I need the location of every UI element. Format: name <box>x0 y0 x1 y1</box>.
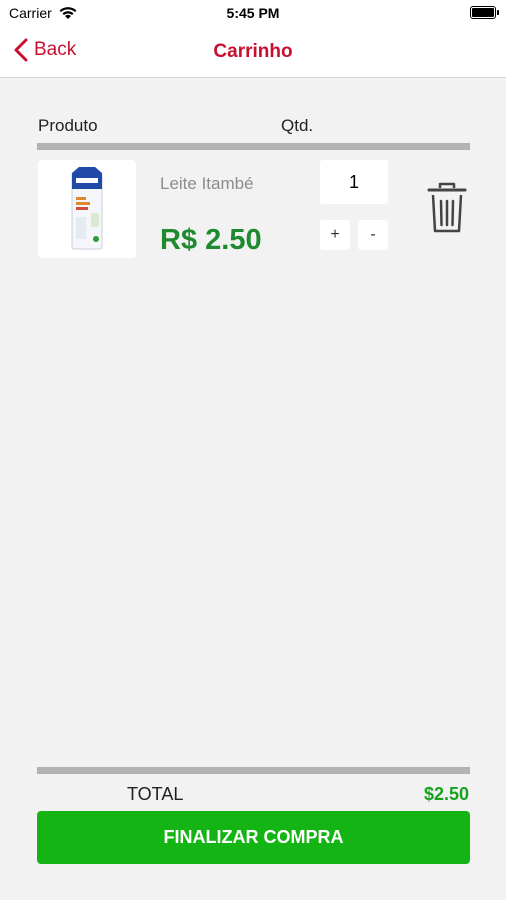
navigation-bar: Back Carrinho <box>0 26 506 78</box>
page-title: Carrinho <box>213 41 293 62</box>
column-header-quantity: Qtd. <box>281 116 314 135</box>
total-divider <box>37 767 470 774</box>
column-header-product: Produto <box>38 116 98 135</box>
product-name: Leite Itambé <box>160 174 254 193</box>
product-image <box>38 160 136 258</box>
trash-icon[interactable] <box>426 182 468 234</box>
clock: 5:45 PM <box>226 5 280 21</box>
status-bar: Carrier 5:45 PM <box>0 0 506 26</box>
battery-icon <box>470 6 499 19</box>
header-divider <box>37 143 470 150</box>
product-price: R$ 2.50 <box>160 224 262 256</box>
checkout-button[interactable]: FINALIZAR COMPRA <box>37 811 470 864</box>
total-label: TOTAL <box>127 784 184 804</box>
quantity-field[interactable]: 1 <box>320 160 388 204</box>
cart-item: Leite Itambé R$ 2.50 1 + - <box>38 160 470 260</box>
increase-quantity-button[interactable]: + <box>320 220 350 250</box>
milk-carton-image <box>71 167 103 250</box>
decrease-quantity-button[interactable]: - <box>358 220 388 250</box>
cart-column-headers: Produto Qtd. <box>38 116 470 136</box>
total-value: $2.50 <box>423 784 469 804</box>
